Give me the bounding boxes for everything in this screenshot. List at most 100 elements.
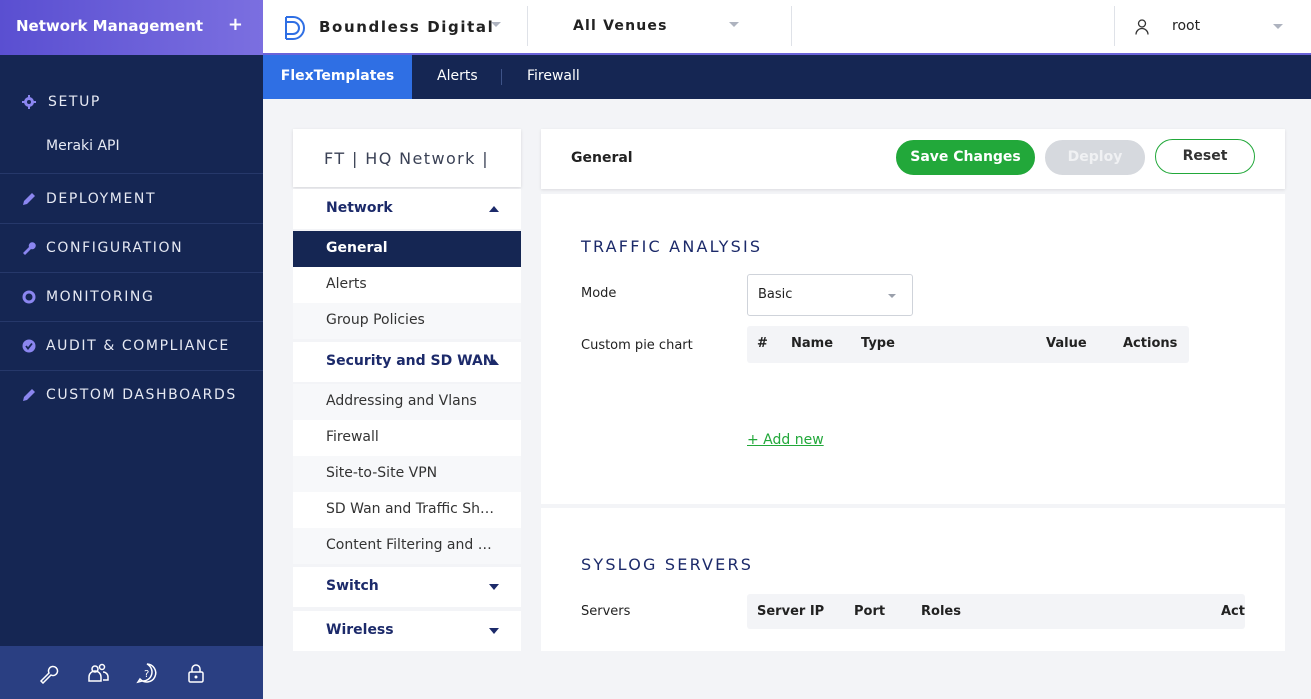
column-header: Acti bbox=[1221, 604, 1245, 619]
tab-flextemplates[interactable]: FlexTemplates bbox=[263, 55, 412, 99]
chevron-down-icon[interactable] bbox=[729, 22, 739, 27]
nav-group-wireless[interactable]: Wireless bbox=[293, 611, 521, 651]
section-title: SYSLOG SERVERS bbox=[581, 555, 754, 574]
sidebar-item-label: SETUP bbox=[48, 94, 101, 110]
deploy-button[interactable]: Deploy bbox=[1045, 140, 1145, 175]
sidebar: Network Management + SETUP Meraki API DE… bbox=[0, 0, 263, 699]
sidebar-item-audit-compliance[interactable]: AUDIT & COMPLIANCE bbox=[0, 322, 263, 371]
sidebar-item-label: MONITORING bbox=[46, 289, 155, 305]
nav-item-group-policies[interactable]: Group Policies bbox=[293, 303, 521, 339]
nav-item-label: Group Policies bbox=[326, 312, 425, 328]
nav-group-label: Wireless bbox=[326, 622, 394, 638]
sidebar-subitem-meraki-api[interactable]: Meraki API bbox=[46, 138, 120, 154]
column-header: Server IP bbox=[757, 604, 825, 619]
add-new-link[interactable]: + Add new bbox=[747, 432, 824, 448]
custom-pie-chart-label: Custom pie chart bbox=[581, 338, 693, 353]
chevron-up-icon bbox=[489, 206, 499, 212]
nav-group-label: Switch bbox=[326, 578, 379, 594]
pencil-icon bbox=[23, 389, 35, 401]
mode-value: Basic bbox=[758, 287, 793, 302]
nav-item-content-filtering[interactable]: Content Filtering and Threat Protection bbox=[293, 528, 521, 564]
section-title: TRAFFIC ANALYSIS bbox=[581, 237, 763, 256]
column-header: Value bbox=[1046, 336, 1087, 351]
app-title: Network Management bbox=[16, 17, 204, 35]
user-menu[interactable]: root bbox=[1172, 18, 1200, 34]
organization-selector[interactable]: Boundless Digital bbox=[319, 18, 494, 36]
mode-select[interactable]: Basic bbox=[747, 274, 913, 316]
users-icon[interactable] bbox=[87, 662, 109, 684]
tab-alerts[interactable]: Alerts bbox=[437, 55, 478, 99]
sidebar-item-label: CUSTOM DASHBOARDS bbox=[46, 387, 237, 403]
nav-item-label: Addressing and Vlans bbox=[326, 393, 477, 409]
nav-group-switch[interactable]: Switch bbox=[293, 567, 521, 607]
nav-item-label: Content Filtering and Threat Protection bbox=[326, 537, 496, 553]
wrench-icon bbox=[23, 242, 36, 255]
svg-text:?: ? bbox=[144, 669, 149, 680]
column-header: Name bbox=[791, 336, 834, 351]
chevron-down-icon bbox=[489, 584, 499, 590]
lock-icon[interactable] bbox=[185, 662, 207, 684]
syslog-servers-section: SYSLOG SERVERS Servers Server IP Port Ro… bbox=[541, 508, 1285, 651]
traffic-analysis-section: TRAFFIC ANALYSIS Mode Basic Custom pie c… bbox=[541, 194, 1285, 504]
sidebar-item-label: CONFIGURATION bbox=[46, 240, 184, 256]
save-changes-button[interactable]: Save Changes bbox=[896, 140, 1035, 175]
nav-item-label: Alerts bbox=[326, 276, 367, 292]
gear-icon bbox=[22, 95, 36, 109]
pie-table-header: # Name Type Value Actions bbox=[747, 326, 1189, 363]
template-title: FT | HQ Network | bbox=[324, 149, 490, 168]
chevron-down-icon bbox=[888, 294, 896, 298]
general-header-card: General Save Changes Deploy Reset bbox=[541, 129, 1285, 189]
divider bbox=[1114, 6, 1115, 46]
nav-group-network[interactable]: Network bbox=[293, 189, 521, 229]
add-button[interactable]: + bbox=[228, 14, 243, 35]
check-badge-icon bbox=[22, 339, 36, 353]
sidebar-footer: ? bbox=[0, 646, 263, 699]
column-header: # bbox=[757, 336, 768, 351]
nav-group-security-sd-wan[interactable]: Security and SD WAN bbox=[293, 342, 521, 382]
reset-button[interactable]: Reset bbox=[1155, 139, 1255, 174]
sidebar-item-monitoring[interactable]: MONITORING bbox=[0, 273, 263, 322]
sidebar-header: Network Management + bbox=[0, 0, 263, 55]
wrench-icon[interactable] bbox=[38, 662, 60, 684]
ring-icon bbox=[22, 290, 36, 304]
nav-group-label: Network bbox=[326, 200, 393, 216]
column-header: Actions bbox=[1123, 336, 1178, 351]
nav-item-addressing-vlans[interactable]: Addressing and Vlans bbox=[293, 384, 521, 420]
nav-item-alerts[interactable]: Alerts bbox=[293, 267, 521, 303]
divider bbox=[527, 6, 528, 46]
chevron-down-icon[interactable] bbox=[1273, 24, 1283, 29]
venue-selector[interactable]: All Venues bbox=[573, 18, 668, 34]
chevron-down-icon bbox=[489, 628, 499, 634]
nav-item-site-to-site-vpn[interactable]: Site-to-Site VPN bbox=[293, 456, 521, 492]
nav-item-sd-wan-traffic-shaping[interactable]: SD Wan and Traffic Shaping bbox=[293, 492, 521, 528]
nav-item-label: Firewall bbox=[326, 429, 379, 445]
tab-firewall[interactable]: Firewall bbox=[527, 55, 580, 99]
chevron-up-icon bbox=[489, 359, 499, 365]
column-header: Roles bbox=[921, 604, 961, 619]
nav-item-label: SD Wan and Traffic Shaping bbox=[326, 501, 496, 517]
tab-divider bbox=[501, 69, 502, 85]
user-icon bbox=[1135, 19, 1149, 35]
brand-logo-icon bbox=[285, 16, 305, 40]
top-bar: Boundless Digital All Venues root bbox=[263, 0, 1311, 55]
nav-item-firewall[interactable]: Firewall bbox=[293, 420, 521, 456]
nav-item-general[interactable]: General bbox=[293, 231, 521, 267]
sidebar-item-label: AUDIT & COMPLIANCE bbox=[46, 338, 230, 354]
chevron-down-icon[interactable] bbox=[491, 22, 501, 27]
nav-item-label: Site-to-Site VPN bbox=[326, 465, 438, 481]
sidebar-item-configuration[interactable]: CONFIGURATION bbox=[0, 224, 263, 273]
template-title-card: FT | HQ Network | bbox=[293, 129, 521, 187]
sidebar-item-custom-dashboards[interactable]: CUSTOM DASHBOARDS bbox=[0, 371, 263, 420]
divider bbox=[791, 6, 792, 46]
column-header: Port bbox=[854, 604, 886, 619]
servers-label: Servers bbox=[581, 604, 631, 619]
tab-bar: FlexTemplates Alerts Firewall bbox=[263, 55, 1311, 99]
help-icon[interactable]: ? bbox=[136, 662, 158, 684]
mode-label: Mode bbox=[581, 286, 617, 301]
sidebar-item-deployment[interactable]: DEPLOYMENT bbox=[0, 175, 263, 224]
sidebar-item-setup[interactable]: SETUP bbox=[0, 78, 263, 174]
section-header: General bbox=[571, 150, 633, 166]
nav-item-label: General bbox=[326, 240, 388, 256]
nav-group-label: Security and SD WAN bbox=[326, 353, 495, 369]
servers-table-header: Server IP Port Roles Acti bbox=[747, 594, 1245, 629]
